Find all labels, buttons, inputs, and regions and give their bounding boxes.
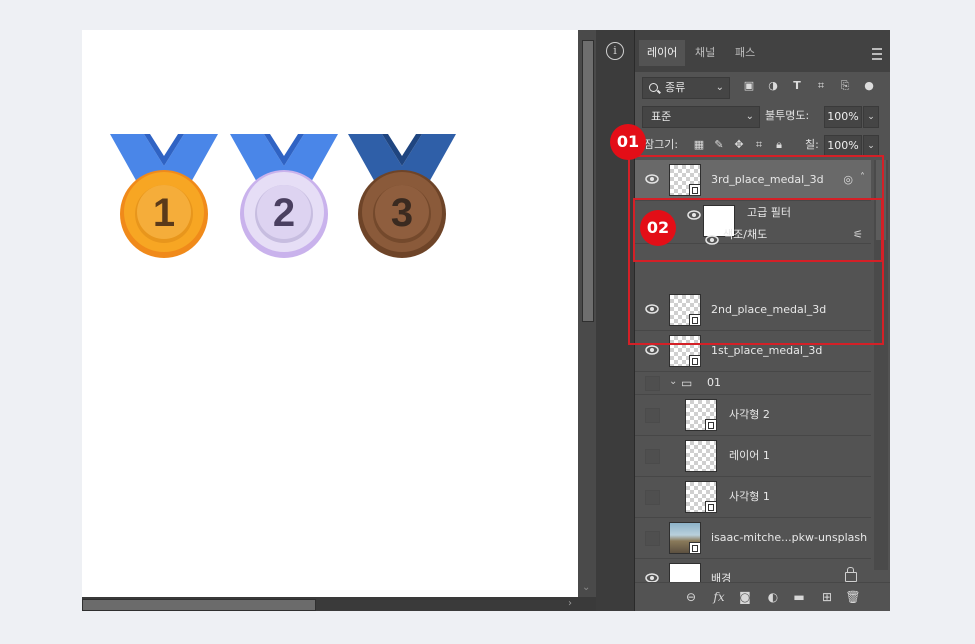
adjustment-layer-icon[interactable]: ◐ [765,589,781,605]
chevron-down-icon[interactable]: ⌄ [669,376,677,387]
blend-mode-select[interactable]: 표준 ⌄ [642,106,760,128]
opacity-input[interactable]: 100% [824,106,862,128]
callout-01: 01 [610,124,646,160]
hscroll-thumb[interactable] [82,599,316,611]
shape-icon [705,501,717,513]
lock-transparent-icon[interactable]: ▦ [692,138,706,152]
link-layers-icon[interactable]: ⊖ [683,589,699,605]
panel-menu-icon[interactable] [872,48,882,60]
filter-kind-select[interactable]: 종류 ⌄ [642,77,730,99]
visibility-toggle[interactable] [645,531,660,546]
medal-3: 3 [348,134,456,258]
layer-shape-1[interactable]: 사각형 1 [635,477,871,518]
medal-2: 2 [230,134,338,258]
lock-icon[interactable] [845,567,857,582]
panel-tabs: 레이어 채널 패스 [635,30,890,72]
new-layer-icon[interactable]: ⊞ [819,589,835,605]
medal-1-number: 1 [153,191,175,235]
layer-shape-2[interactable]: 사각형 2 [635,395,871,436]
pixel-filter-icon[interactable]: ▣ [742,79,756,93]
lock-label: 잠그기: [644,138,679,151]
smart-object-icon [689,355,701,367]
eye-icon[interactable] [645,345,659,355]
blend-mode-label: 표준 [651,110,672,123]
folder-icon: ▭ [681,376,693,390]
tab-paths[interactable]: 패스 [727,40,763,66]
layer-thumbnail [685,481,717,513]
adjustment-filter-icon[interactable]: ◑ [766,79,780,93]
layer-pixel-1[interactable]: 레이어 1 [635,436,871,477]
fill-input[interactable]: 100% [824,135,862,157]
new-group-icon[interactable]: ▬ [791,589,807,605]
layer-name: 사각형 2 [729,408,770,421]
chevron-down-icon: ⌄ [715,82,724,93]
vscroll-thumb[interactable] [582,40,594,322]
layer-thumbnail [685,399,717,431]
layers-footer: ⊖ fx ◙ ◐ ▬ ⊞ 🗑︎ [635,582,890,611]
shape-filter-icon[interactable]: ⌗ [814,79,828,93]
smart-object-icon [689,542,701,554]
lock-image-icon[interactable]: ✎ [712,138,726,152]
tab-channels[interactable]: 채널 [687,40,723,66]
add-mask-icon[interactable]: ◙ [737,589,753,605]
layer-filter-row: 종류 ⌄ ▣ ◑ T ⌗ ⎘ ● [640,77,885,99]
document-canvas[interactable]: 1 2 3 [82,30,578,597]
lock-row: 잠그기: ▦ ✎ ✥ ⌗ 🔒︎ 칠: 100% ⌄ [640,135,885,157]
visibility-toggle[interactable] [645,449,660,464]
callout-02: 02 [640,210,676,246]
layer-thumbnail [669,522,701,554]
filter-kind-label: 종류 [665,81,686,94]
lock-all-icon[interactable]: 🔒︎ [772,138,786,152]
scroll-corner [578,597,596,611]
fill-label: 칠: [805,138,819,151]
search-icon [649,83,658,92]
trash-icon[interactable]: 🗑︎ [845,589,861,605]
blend-row: 표준 ⌄ 불투명도: 100% ⌄ [640,106,885,128]
visibility-toggle[interactable] [645,408,660,423]
layer-name: 사각형 1 [729,490,770,503]
visibility-toggle[interactable] [645,490,660,505]
layer-name: 01 [707,376,721,389]
chevron-down-icon: ⌄ [745,111,754,122]
info-icon[interactable]: i [606,42,624,60]
layer-name: isaac-mitche...pkw-unsplash [711,531,868,544]
layer-photo[interactable]: isaac-mitche...pkw-unsplash [635,518,871,559]
layer-name: 레이어 1 [729,449,770,462]
visibility-toggle[interactable] [645,376,660,391]
type-filter-icon[interactable]: T [790,79,804,93]
tab-layers[interactable]: 레이어 [639,40,686,66]
lock-position-icon[interactable]: ✥ [732,138,746,152]
scroll-right-icon[interactable]: › [568,597,572,611]
fx-icon[interactable]: fx [711,589,727,605]
lock-artboard-icon[interactable]: ⌗ [752,138,766,152]
medals-artwork: 1 2 3 [110,134,456,258]
medal-1: 1 [110,134,218,258]
scroll-down-icon[interactable]: ⌄ [582,582,590,593]
canvas-horizontal-scrollbar[interactable]: › [82,597,578,611]
layer-thumbnail [685,440,717,472]
shape-icon [705,419,717,431]
opacity-dropdown-icon[interactable]: ⌄ [863,106,879,128]
opacity-label: 불투명도: [765,109,810,122]
smart-object-filter-icon[interactable]: ⎘ [838,79,852,93]
canvas-vertical-scrollbar[interactable]: ⌄ [578,30,596,611]
medal-3-number: 3 [391,191,413,235]
fill-dropdown-icon[interactable]: ⌄ [863,135,879,157]
filter-toggle-icon[interactable]: ● [862,79,876,93]
layer-group-01[interactable]: ⌄ ▭ 01 [635,372,871,395]
medal-2-number: 2 [273,191,295,235]
